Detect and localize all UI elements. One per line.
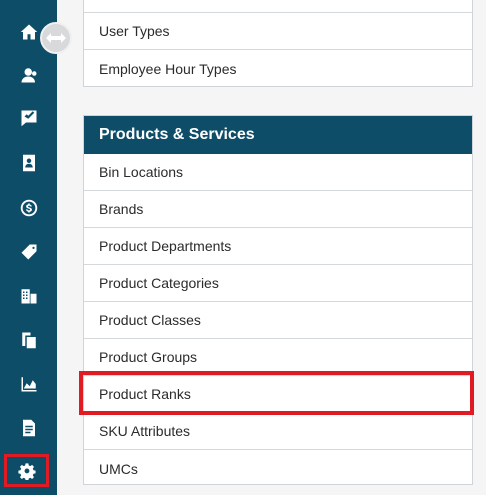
products-services-card: Products & Services Bin Locations Brands… bbox=[83, 115, 473, 485]
list-item-employee-hour-types[interactable]: Employee Hour Types bbox=[84, 50, 472, 87]
dollar-icon bbox=[20, 199, 37, 217]
sidebar-nav bbox=[0, 0, 57, 495]
gear-icon bbox=[17, 462, 36, 480]
nav-contacts[interactable] bbox=[0, 145, 57, 181]
nav-reports[interactable] bbox=[0, 366, 57, 402]
copy-icon bbox=[21, 332, 36, 349]
nav-documents[interactable] bbox=[0, 322, 57, 358]
nav-finance[interactable] bbox=[0, 190, 57, 226]
nav-tasks[interactable] bbox=[0, 100, 57, 136]
list-item-product-groups[interactable]: Product Groups bbox=[84, 339, 472, 376]
list-item[interactable] bbox=[84, 0, 472, 13]
buildings-icon bbox=[21, 289, 36, 304]
nav-customers[interactable] bbox=[0, 57, 57, 93]
nav-files[interactable] bbox=[0, 410, 57, 446]
list-item-product-categories[interactable]: Product Categories bbox=[84, 265, 472, 302]
card-title: Products & Services bbox=[84, 116, 472, 154]
list-item-product-departments[interactable]: Product Departments bbox=[84, 228, 472, 265]
list-item-brands[interactable]: Brands bbox=[84, 191, 472, 228]
tag-icon bbox=[21, 244, 36, 260]
document-icon bbox=[22, 419, 35, 437]
contacts-icon bbox=[22, 154, 35, 172]
list-item-umcs[interactable]: UMCs bbox=[84, 450, 472, 487]
nav-locations[interactable] bbox=[0, 278, 57, 314]
home-icon bbox=[20, 24, 37, 40]
list-item-sku-attributes[interactable]: SKU Attributes bbox=[84, 413, 472, 450]
sidebar-collapse-toggle[interactable] bbox=[40, 22, 72, 54]
expand-arrows-icon bbox=[46, 33, 66, 43]
list-item-user-types[interactable]: User Types bbox=[84, 13, 472, 50]
list-item-product-classes[interactable]: Product Classes bbox=[84, 302, 472, 339]
user-icon bbox=[21, 68, 36, 83]
nav-settings[interactable] bbox=[4, 454, 49, 487]
list-item-product-ranks[interactable]: Product Ranks bbox=[84, 376, 472, 413]
nav-pricing[interactable] bbox=[0, 234, 57, 270]
tasks-icon bbox=[21, 110, 36, 127]
list-item-bin-locations[interactable]: Bin Locations bbox=[84, 154, 472, 191]
employees-card: User Types Employee Hour Types bbox=[83, 0, 473, 87]
chart-icon bbox=[21, 377, 36, 392]
